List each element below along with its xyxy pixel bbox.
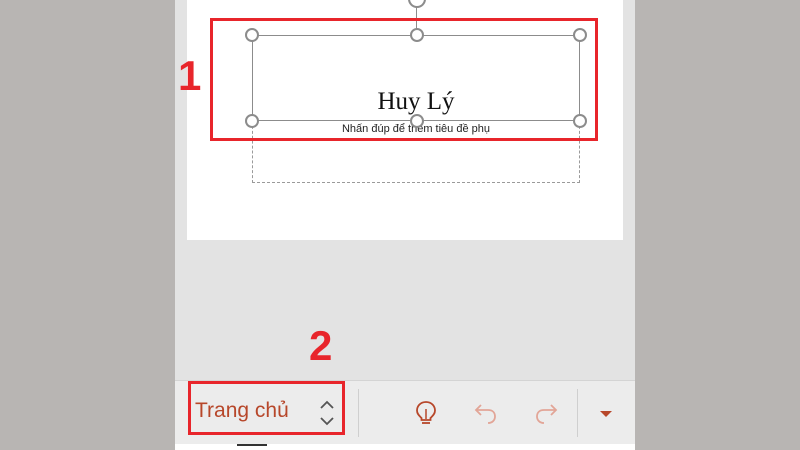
- annotation-box-1: [210, 18, 598, 141]
- toolbar-divider: [577, 389, 578, 437]
- annotation-number-1: 1: [178, 52, 202, 99]
- undo-icon[interactable]: [473, 399, 499, 427]
- bottom-strip: [175, 444, 635, 450]
- annotation-number-2: 2: [309, 322, 333, 369]
- selection-indicator: [237, 444, 267, 446]
- lightbulb-icon[interactable]: [413, 399, 439, 427]
- toolbar-divider: [358, 389, 359, 437]
- redo-icon[interactable]: [533, 399, 559, 427]
- rotate-handle[interactable]: [408, 0, 426, 8]
- annotation-box-2: [188, 381, 345, 435]
- caret-down-icon[interactable]: [593, 399, 619, 427]
